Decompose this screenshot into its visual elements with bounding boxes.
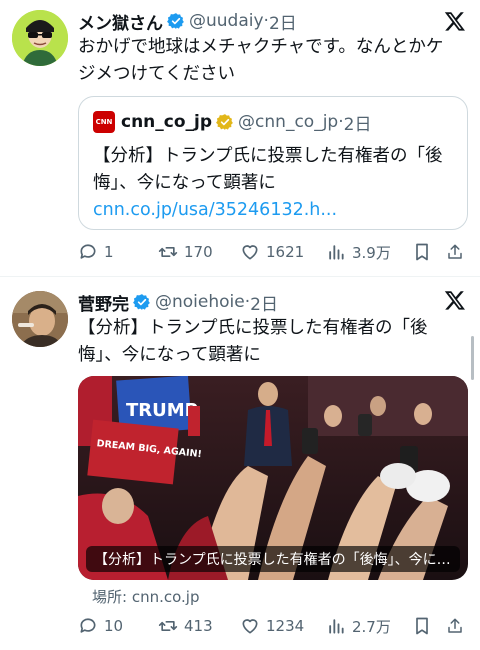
view-count: 2.7万	[352, 617, 391, 636]
views-button[interactable]: 3.9万	[326, 242, 412, 263]
avatar[interactable]	[12, 10, 68, 66]
reply-count: 10	[104, 617, 124, 635]
repost-count: 413	[184, 617, 213, 635]
like-count: 1234	[266, 617, 305, 635]
share-button[interactable]	[446, 616, 470, 636]
views-chart-icon	[329, 245, 344, 260]
avatar-illustration-icon	[12, 10, 68, 66]
link-source[interactable]: 場所: cnn.co.jp	[92, 586, 199, 607]
share-icon	[448, 618, 462, 633]
tweet-header: 菅野完 @noiehoie · 2日	[78, 289, 436, 315]
quoted-tweet[interactable]: CNN cnn_co_jp @cnn_co_jp · 2日 【分析】トランプ氏に…	[78, 96, 468, 230]
quote-author-name[interactable]: cnn_co_jp	[121, 112, 212, 132]
reply-count: 1	[104, 243, 114, 261]
timestamp[interactable]: 2日	[269, 9, 297, 34]
share-button[interactable]	[446, 242, 470, 262]
repost-icon	[158, 621, 178, 631]
x-logo-icon[interactable]	[444, 289, 466, 311]
share-icon	[448, 244, 462, 259]
author-handle[interactable]: @uudaiy	[189, 11, 264, 31]
verified-badge-icon[interactable]	[167, 12, 185, 30]
heart-icon	[242, 245, 258, 260]
heart-icon	[242, 619, 258, 634]
sign-trump-text: TRUMP	[126, 400, 198, 421]
reply-icon	[80, 244, 96, 259]
repost-icon	[158, 247, 178, 257]
views-chart-icon	[329, 619, 344, 634]
action-bar: 1 170 1621 3.9万	[78, 240, 472, 264]
bookmark-icon	[416, 617, 428, 635]
reply-button[interactable]: 10	[78, 616, 158, 636]
quote-author-handle: @cnn_co_jp	[238, 112, 339, 132]
avatar-photo-icon	[12, 291, 68, 347]
link-card-image[interactable]: TRUMP DREAM BIG, AGAIN! 【分析】トランプ氏に投票した有権…	[78, 376, 468, 580]
tweet-header: メン獄さん @uudaiy · 2日	[78, 8, 436, 34]
quote-text: 【分析】トランプ氏に投票した有権者の「後悔」、今になって顕著に	[93, 146, 443, 193]
reply-button[interactable]: 1	[78, 242, 158, 262]
author-handle[interactable]: @noiehoie	[155, 292, 245, 312]
bookmark-icon	[416, 243, 428, 261]
like-button[interactable]: 1621	[240, 242, 326, 262]
view-count: 3.9万	[352, 243, 391, 262]
like-button[interactable]: 1234	[240, 616, 326, 636]
action-bar: 10 413 1234 2.7万	[78, 614, 472, 638]
repost-button[interactable]: 170	[158, 242, 240, 262]
like-count: 1621	[266, 243, 305, 261]
quote-link[interactable]: cnn.co.jp/usa/35246132.h...	[93, 197, 453, 224]
author-name[interactable]: 菅野完	[78, 290, 129, 315]
tweet-text: おかげで地球はメチャクチャです。なんとかケジメつけてください	[78, 37, 444, 84]
repost-count: 170	[184, 243, 213, 261]
reply-icon	[80, 618, 96, 633]
cnn-logo-icon: CNN	[93, 111, 115, 133]
quote-timestamp: 2日	[343, 114, 372, 135]
verified-gold-badge-icon	[216, 114, 233, 130]
x-logo-icon[interactable]	[444, 10, 466, 32]
scrollbar[interactable]	[471, 336, 474, 380]
verified-badge-icon[interactable]	[133, 293, 151, 311]
bookmark-button[interactable]	[412, 616, 446, 636]
repost-button[interactable]: 413	[158, 616, 240, 636]
bookmark-button[interactable]	[412, 242, 446, 262]
tweet-1[interactable]: メン獄さん @uudaiy · 2日 おかげで地球はメチャクチャです。なんとかケ…	[0, 0, 480, 274]
quote-header: CNN cnn_co_jp @cnn_co_jp · 2日	[93, 109, 453, 135]
author-name[interactable]: メン獄さん	[78, 9, 163, 34]
link-card-caption: 【分析】トランプ氏に投票した有権者の「後悔」、今にな…	[86, 546, 460, 572]
avatar[interactable]	[12, 291, 68, 347]
timestamp[interactable]: 2日	[250, 290, 278, 315]
tweet-text: 【分析】トランプ氏に投票した有権者の「後悔」、今になって顕著に	[78, 318, 428, 365]
views-button[interactable]: 2.7万	[326, 616, 412, 637]
